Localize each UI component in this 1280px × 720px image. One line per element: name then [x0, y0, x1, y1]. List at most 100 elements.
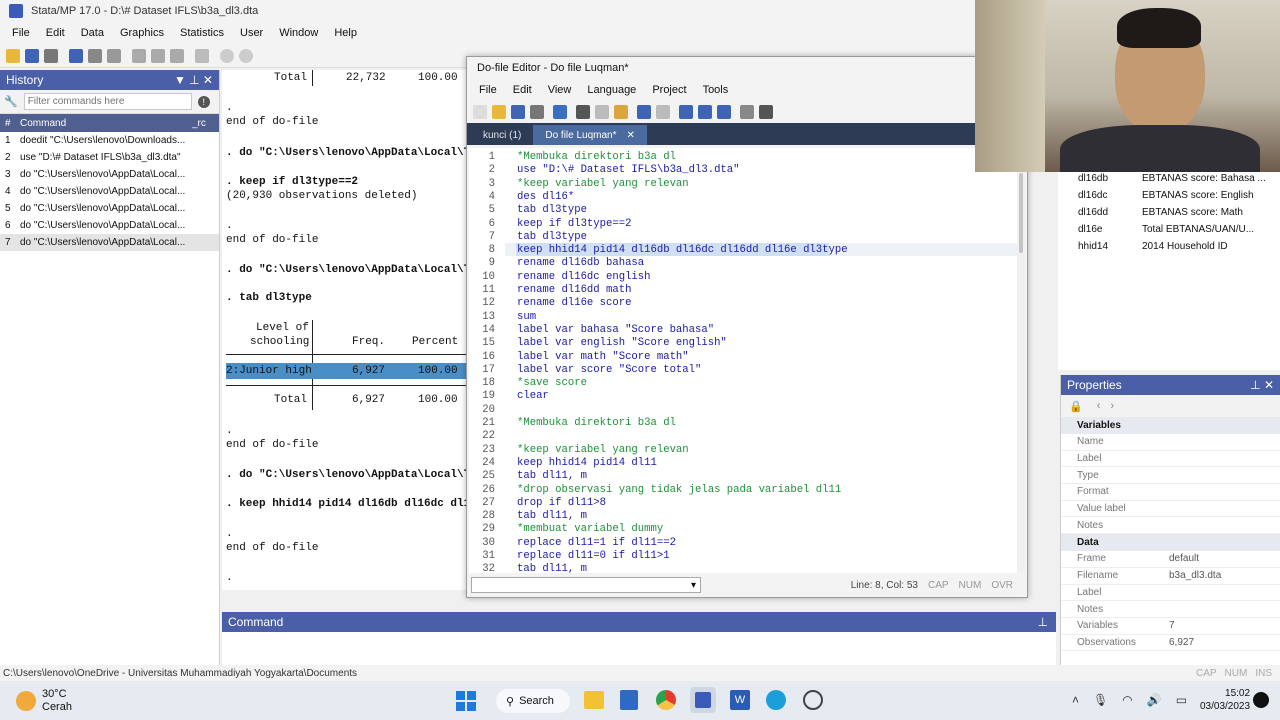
- panel-controls[interactable]: ▼ ⊥ ✕: [174, 73, 213, 87]
- code-line[interactable]: label var bahasa "Score bahasa": [517, 324, 714, 336]
- do-menu-language[interactable]: Language: [579, 84, 644, 96]
- do-menu-view[interactable]: View: [540, 84, 580, 96]
- stata-taskbar-icon[interactable]: [690, 687, 716, 713]
- code-line[interactable]: rename dl16e score: [517, 297, 631, 309]
- menu-edit[interactable]: Edit: [40, 27, 71, 39]
- do-menu-file[interactable]: File: [471, 84, 505, 96]
- undo-icon[interactable]: [637, 105, 651, 119]
- panel-controls[interactable]: ⊥ ✕: [1250, 378, 1274, 392]
- chevron-up-icon[interactable]: ˄: [1072, 693, 1079, 707]
- info-icon[interactable]: !: [197, 95, 210, 108]
- prev-bookmark-icon[interactable]: [698, 105, 712, 119]
- redo-icon[interactable]: [656, 105, 670, 119]
- code-line[interactable]: label var math "Score math": [517, 351, 689, 363]
- execute-icon[interactable]: [759, 105, 773, 119]
- section-variables[interactable]: Variables: [1061, 417, 1280, 434]
- wifi-icon[interactable]: ◠: [1122, 693, 1132, 707]
- code-line[interactable]: tab dl11, m: [517, 563, 587, 573]
- property-row[interactable]: Observations 6,927: [1061, 635, 1280, 652]
- variables-manager-icon[interactable]: [195, 48, 209, 63]
- variable-row[interactable]: dl16dd EBTANAS score: Math: [1058, 204, 1280, 221]
- edge-icon[interactable]: [766, 690, 786, 710]
- pin-icon[interactable]: ⊥: [1038, 615, 1048, 629]
- col-number[interactable]: #: [0, 118, 20, 129]
- variable-row[interactable]: dl16e Total EBTANAS/UAN/U...: [1058, 221, 1280, 238]
- menu-help[interactable]: Help: [328, 27, 363, 39]
- tab-do-file-luqman[interactable]: Do file Luqman* ✕: [533, 125, 647, 145]
- code-line[interactable]: label var english "Score english": [517, 337, 727, 349]
- find-icon[interactable]: [553, 105, 567, 119]
- variable-row[interactable]: dl16db EBTANAS score: Bahasa ...: [1058, 170, 1280, 187]
- clock[interactable]: 15:02 03/03/2023: [1200, 687, 1250, 713]
- graph-icon[interactable]: [107, 48, 121, 63]
- copy-icon[interactable]: [595, 105, 609, 119]
- code-line[interactable]: *keep variabel yang relevan: [517, 444, 689, 456]
- property-row[interactable]: Type: [1061, 467, 1280, 485]
- history-filter-input[interactable]: [23, 93, 192, 110]
- back-arrow-icon[interactable]: ‹: [1097, 400, 1101, 412]
- print-icon[interactable]: [530, 105, 544, 119]
- log-icon[interactable]: [69, 48, 83, 63]
- do-menu-project[interactable]: Project: [644, 84, 694, 96]
- tab-kunci[interactable]: kunci (1): [471, 125, 533, 145]
- history-row[interactable]: 7 do "C:\Users\lenovo\AppData\Local...: [0, 234, 219, 251]
- more-icon[interactable]: [220, 48, 234, 63]
- app-icon[interactable]: [803, 690, 823, 710]
- col-rc[interactable]: _rc: [192, 118, 206, 129]
- code-line[interactable]: sum: [517, 311, 536, 323]
- save-icon[interactable]: [25, 48, 39, 63]
- history-row[interactable]: 3 do "C:\Users\lenovo\AppData\Local...: [0, 166, 219, 183]
- code-line[interactable]: tab dl11, m: [517, 510, 587, 522]
- code-line[interactable]: keep if dl3type==2: [517, 218, 631, 230]
- next-bookmark-icon[interactable]: [717, 105, 731, 119]
- menu-data[interactable]: Data: [75, 27, 110, 39]
- code-line[interactable]: clear: [517, 390, 549, 402]
- file-explorer-icon[interactable]: [584, 691, 604, 709]
- bookmark-icon[interactable]: [679, 105, 693, 119]
- code-line[interactable]: replace dl11=1 if dl11==2: [517, 537, 676, 549]
- property-row[interactable]: Label: [1061, 585, 1280, 602]
- selection-dropdown[interactable]: ▾: [471, 577, 701, 593]
- break-icon[interactable]: [239, 48, 253, 63]
- property-row[interactable]: Notes: [1061, 517, 1280, 535]
- notification-icon[interactable]: [1253, 692, 1269, 708]
- open-icon[interactable]: [6, 48, 20, 63]
- code-line[interactable]: keep hhid14 pid14 dl16db dl16dc dl16dd d…: [517, 244, 848, 256]
- data-browser-icon[interactable]: [170, 48, 184, 63]
- open-icon[interactable]: [492, 105, 506, 119]
- history-row[interactable]: 4 do "C:\Users\lenovo\AppData\Local...: [0, 183, 219, 200]
- code-line[interactable]: *Membuka direktori b3a dl: [517, 151, 676, 163]
- menu-file[interactable]: File: [6, 27, 36, 39]
- lock-icon[interactable]: 🔒: [1069, 400, 1083, 413]
- notepad-icon[interactable]: [620, 690, 638, 710]
- viewer-icon[interactable]: [88, 48, 102, 63]
- code-line[interactable]: *save score: [517, 377, 587, 389]
- taskbar-search[interactable]: ⚲ Search: [496, 689, 570, 713]
- do-file-editor-icon[interactable]: [132, 48, 146, 63]
- code-line[interactable]: *keep variabel yang relevan: [517, 178, 689, 190]
- code-editor[interactable]: 1 *Membuka direktori b3a dl 2 use "D:\# Dat…: [469, 148, 1017, 573]
- code-line[interactable]: use "D:\# Dataset IFLS\b3a_dl3.dta": [517, 164, 740, 176]
- microphone-icon[interactable]: 🎙: [1093, 693, 1108, 707]
- show-file-icon[interactable]: [740, 105, 754, 119]
- property-row[interactable]: Label: [1061, 451, 1280, 468]
- section-data[interactable]: Data: [1061, 534, 1280, 552]
- history-row[interactable]: 1 doedit "C:\Users\lenovo\Downloads...: [0, 132, 219, 149]
- property-row[interactable]: Name: [1061, 434, 1280, 451]
- variable-row[interactable]: hhid14 2014 Household ID: [1058, 238, 1280, 255]
- code-line[interactable]: tab dl3type: [517, 204, 587, 216]
- weather-widget[interactable]: 30°C Cerah: [16, 688, 72, 714]
- code-line[interactable]: label var score "Score total": [517, 364, 701, 376]
- menu-statistics[interactable]: Statistics: [174, 27, 230, 39]
- menu-window[interactable]: Window: [273, 27, 324, 39]
- property-row[interactable]: Filename b3a_dl3.dta: [1061, 568, 1280, 585]
- close-tab-icon[interactable]: ✕: [627, 130, 635, 141]
- code-line[interactable]: *Membuka direktori b3a dl: [517, 417, 676, 429]
- history-row[interactable]: 6 do "C:\Users\lenovo\AppData\Local...: [0, 217, 219, 234]
- property-row[interactable]: Frame default: [1061, 551, 1280, 568]
- code-line[interactable]: des dl16*: [517, 191, 574, 203]
- paste-icon[interactable]: [614, 105, 628, 119]
- code-line[interactable]: rename dl16dd math: [517, 284, 631, 296]
- code-line[interactable]: tab dl11, m: [517, 470, 587, 482]
- new-icon[interactable]: [473, 105, 487, 119]
